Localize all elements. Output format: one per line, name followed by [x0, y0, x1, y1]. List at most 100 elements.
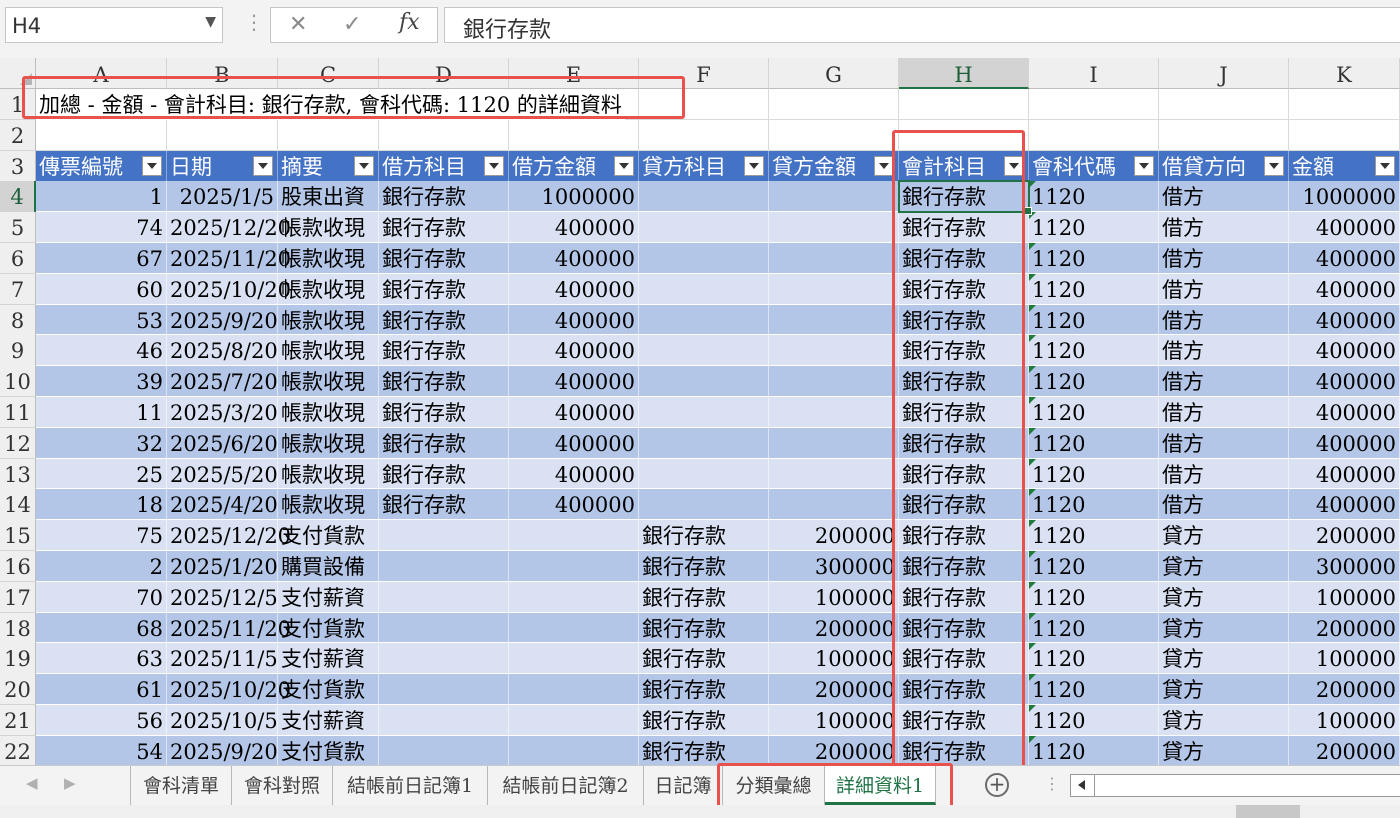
table-cell[interactable]: 銀行存款	[379, 243, 509, 274]
table-header-cell[interactable]: 傳票編號	[36, 150, 167, 182]
table-cell[interactable]	[509, 705, 639, 736]
table-cell[interactable]: 貸方	[1159, 735, 1289, 765]
table-cell[interactable]: 支付薪資	[278, 581, 379, 613]
table-cell[interactable]: 2025/12/20	[167, 212, 291, 243]
table-cell[interactable]: 銀行存款	[639, 735, 769, 765]
table-cell[interactable]	[639, 427, 769, 459]
table-cell[interactable]	[379, 581, 509, 613]
table-cell[interactable]: 400000	[509, 489, 639, 521]
table-cell[interactable]: 100000	[1289, 705, 1400, 736]
table-cell[interactable]: 借方	[1159, 427, 1289, 459]
table-cell[interactable]: 帳款收現	[278, 304, 379, 336]
table-cell[interactable]: 帳款收現	[278, 243, 379, 274]
row-header-13[interactable]: 13	[0, 458, 36, 490]
filter-dropdown-icon[interactable]	[614, 155, 634, 176]
table-cell[interactable]	[379, 612, 509, 644]
table-cell[interactable]: 400000	[1289, 366, 1400, 397]
scroll-thumb[interactable]	[1236, 805, 1300, 818]
table-cell[interactable]: 400000	[1289, 212, 1400, 243]
table-cell[interactable]: 銀行存款	[899, 366, 1029, 397]
table-cell[interactable]: 39	[36, 366, 167, 397]
table-cell[interactable]	[769, 458, 899, 490]
table-cell[interactable]: 60	[36, 273, 167, 305]
table-cell[interactable]: 18	[36, 489, 167, 521]
table-cell[interactable]: 400000	[509, 273, 639, 305]
table-cell[interactable]: 200000	[1289, 520, 1400, 551]
table-cell[interactable]: 1120	[1029, 612, 1159, 644]
row-header-6[interactable]: 6	[0, 243, 36, 275]
filter-dropdown-icon[interactable]	[1375, 155, 1395, 176]
table-cell[interactable]	[769, 304, 899, 336]
formula-input[interactable]: 銀行存款	[444, 7, 1400, 43]
table-cell[interactable]: 借方	[1159, 335, 1289, 367]
grid-cell[interactable]	[278, 119, 379, 151]
table-header-cell[interactable]: 貸方金額	[769, 150, 899, 182]
table-cell[interactable]: 1120	[1029, 427, 1159, 459]
row-header-18[interactable]: 18	[0, 612, 36, 644]
grid-cell[interactable]	[379, 119, 509, 151]
table-cell[interactable]: 帳款收現	[278, 273, 379, 305]
table-cell[interactable]: 300000	[1289, 551, 1400, 582]
row-header-1[interactable]: 1	[0, 89, 36, 121]
table-cell[interactable]: 74	[36, 212, 167, 243]
table-cell[interactable]: 貸方	[1159, 612, 1289, 644]
table-cell[interactable]	[639, 397, 769, 428]
more-options-icon[interactable]: ⋮	[1044, 774, 1060, 793]
more-options-icon[interactable]: ⋮	[244, 10, 264, 34]
table-cell[interactable]: 2025/8/20	[167, 335, 278, 367]
horizontal-scrollbar[interactable]	[1070, 774, 1400, 797]
table-cell[interactable]	[379, 643, 509, 675]
table-cell[interactable]: 帳款收現	[278, 489, 379, 521]
table-cell[interactable]: 54	[36, 735, 167, 765]
table-cell[interactable]: 400000	[509, 304, 639, 336]
table-cell[interactable]	[639, 212, 769, 243]
grid-cell[interactable]	[769, 89, 899, 120]
filter-dropdown-icon[interactable]	[1264, 155, 1284, 176]
table-cell[interactable]: 400000	[1289, 243, 1400, 274]
grid-cell[interactable]	[639, 119, 769, 151]
table-cell[interactable]: 1120	[1029, 735, 1159, 765]
grid-cell[interactable]	[1289, 119, 1400, 151]
table-cell[interactable]: 100000	[769, 581, 899, 613]
table-cell[interactable]	[769, 181, 899, 213]
table-cell[interactable]	[379, 674, 509, 705]
table-cell[interactable]: 100000	[1289, 581, 1400, 613]
table-cell[interactable]: 銀行存款	[379, 181, 509, 213]
table-cell[interactable]: 2025/10/20	[167, 273, 291, 305]
table-cell[interactable]: 53	[36, 304, 167, 336]
sheet-tab[interactable]: 會科清單	[130, 766, 232, 805]
filter-dropdown-icon[interactable]	[1134, 155, 1154, 176]
table-cell[interactable]: 400000	[1289, 273, 1400, 305]
table-cell[interactable]: 1	[36, 181, 167, 213]
table-cell[interactable]	[769, 397, 899, 428]
table-cell[interactable]: 銀行存款	[899, 304, 1029, 336]
table-cell[interactable]: 購買設備	[278, 551, 379, 582]
table-cell[interactable]: 67	[36, 243, 167, 274]
table-cell[interactable]: 11	[36, 397, 167, 428]
table-cell[interactable]: 銀行存款	[899, 212, 1029, 243]
table-cell[interactable]	[509, 674, 639, 705]
sheet-tab[interactable]: 會科對照	[232, 766, 333, 805]
table-header-cell[interactable]: 日期	[167, 150, 278, 182]
column-header-h[interactable]: H	[899, 58, 1029, 89]
table-cell[interactable]	[379, 551, 509, 582]
row-header-8[interactable]: 8	[0, 304, 36, 336]
row-header-12[interactable]: 12	[0, 427, 36, 460]
table-cell[interactable]: 銀行存款	[379, 427, 509, 459]
table-cell[interactable]: 銀行存款	[899, 735, 1029, 765]
table-cell[interactable]: 1120	[1029, 705, 1159, 736]
table-cell[interactable]: 63	[36, 643, 167, 675]
table-cell[interactable]: 借方	[1159, 458, 1289, 490]
column-header-f[interactable]: F	[639, 58, 769, 89]
table-cell[interactable]: 銀行存款	[379, 397, 509, 428]
column-header-d[interactable]: D	[379, 58, 509, 89]
table-cell[interactable]	[769, 427, 899, 459]
table-cell[interactable]: 借方	[1159, 181, 1289, 213]
table-cell[interactable]	[379, 705, 509, 736]
table-cell[interactable]: 200000	[1289, 674, 1400, 705]
table-cell[interactable]	[509, 735, 639, 765]
table-cell[interactable]: 1120	[1029, 335, 1159, 367]
table-cell[interactable]: 1120	[1029, 458, 1159, 490]
table-cell[interactable]: 2025/9/20	[167, 304, 278, 336]
table-cell[interactable]: 2025/6/20	[167, 427, 278, 459]
